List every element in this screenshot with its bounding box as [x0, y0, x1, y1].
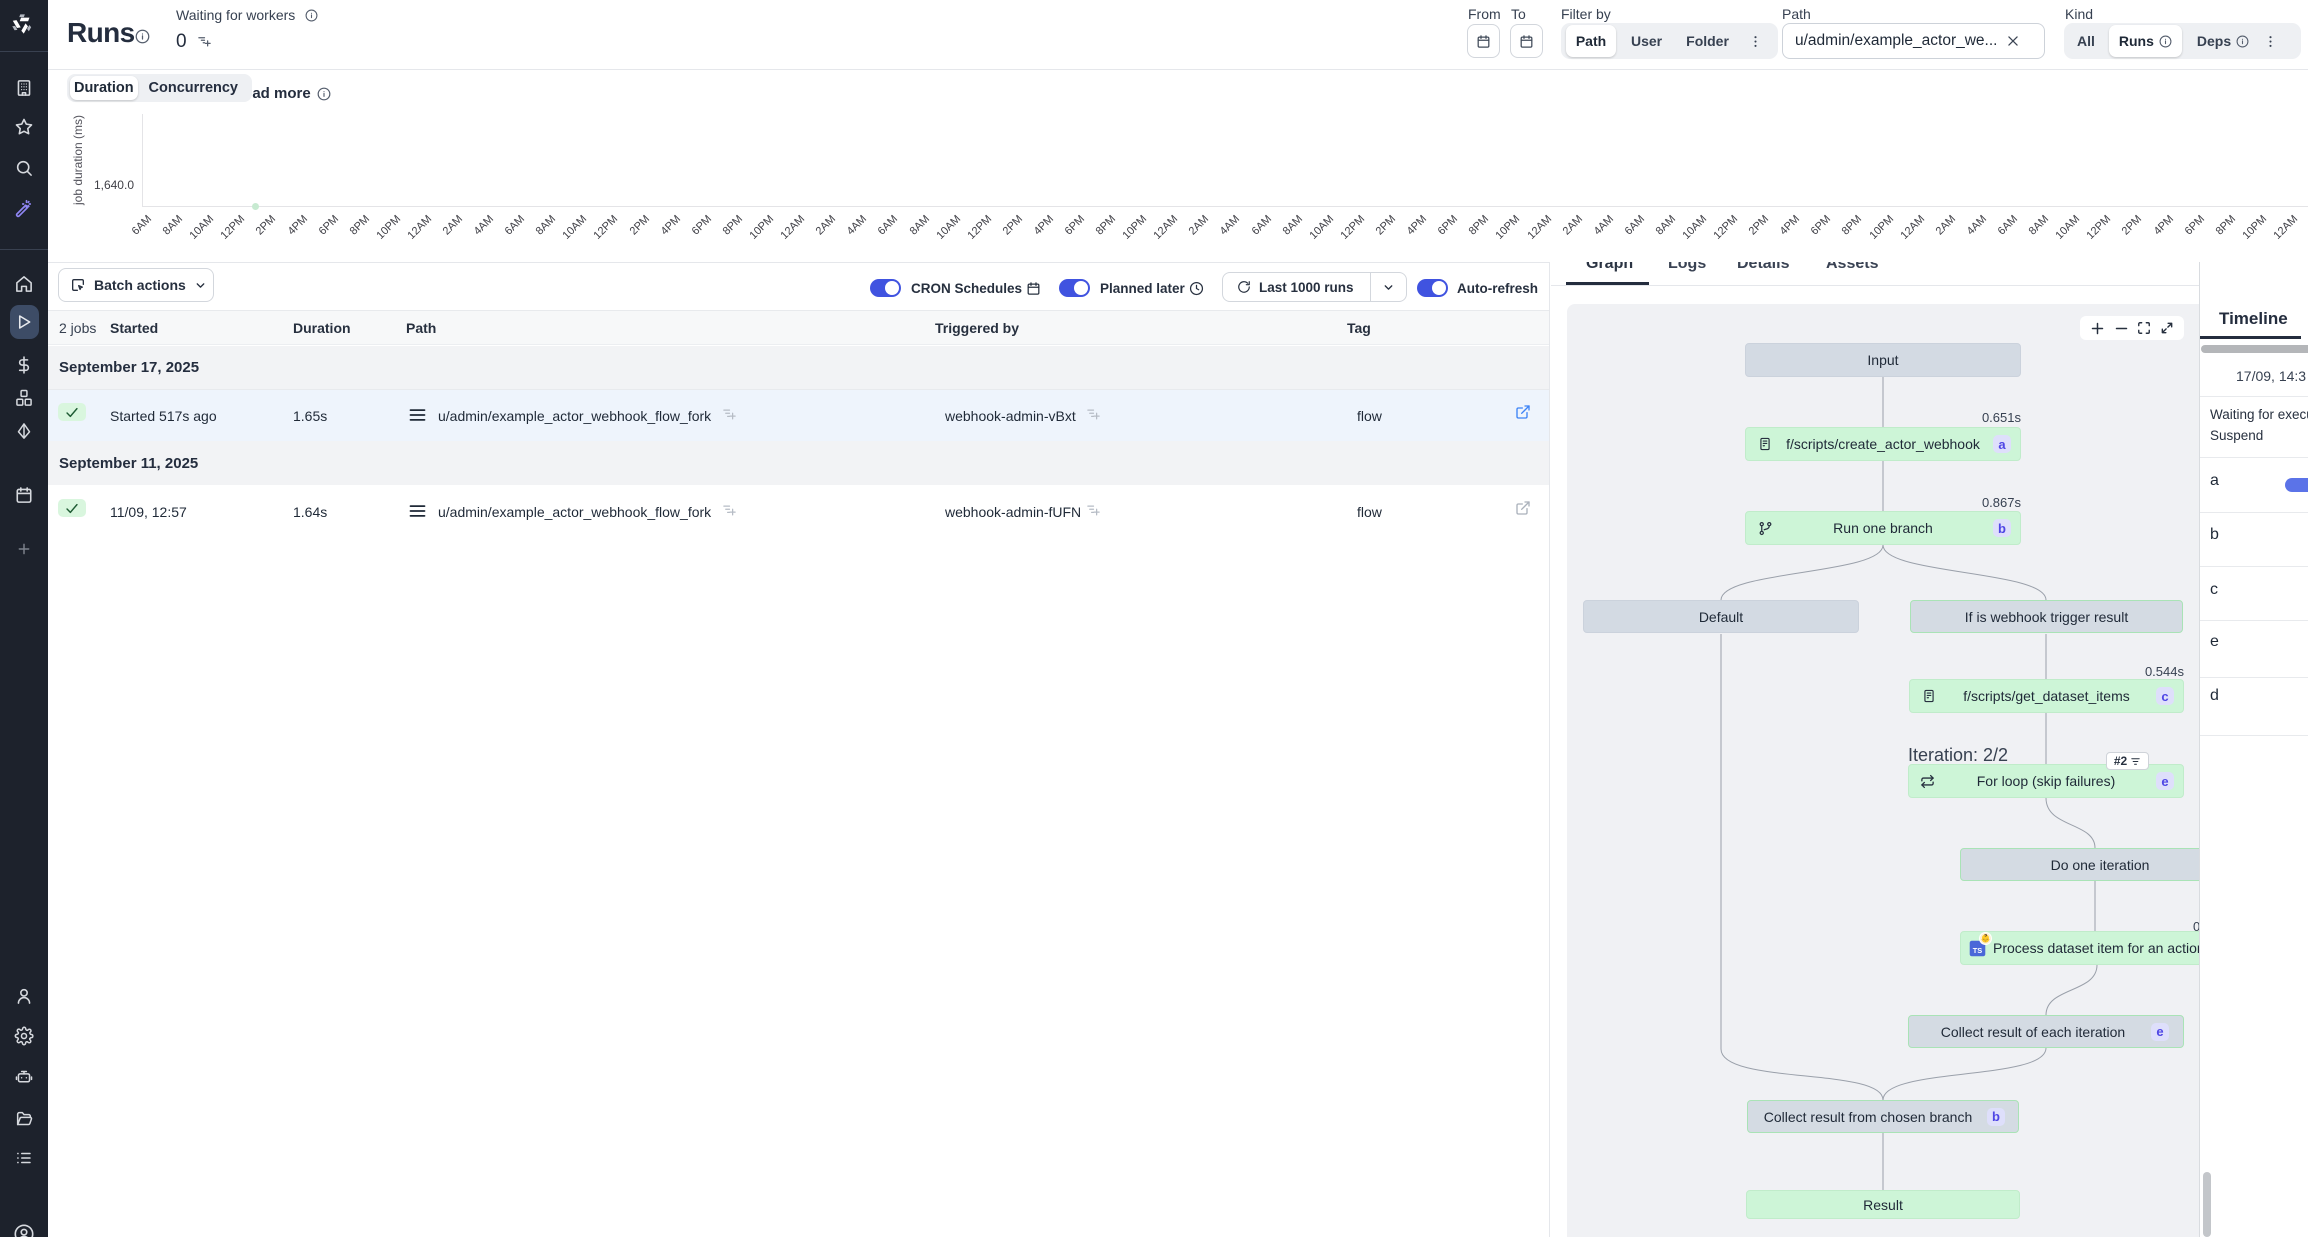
svg-text:TS: TS: [1973, 945, 1983, 954]
